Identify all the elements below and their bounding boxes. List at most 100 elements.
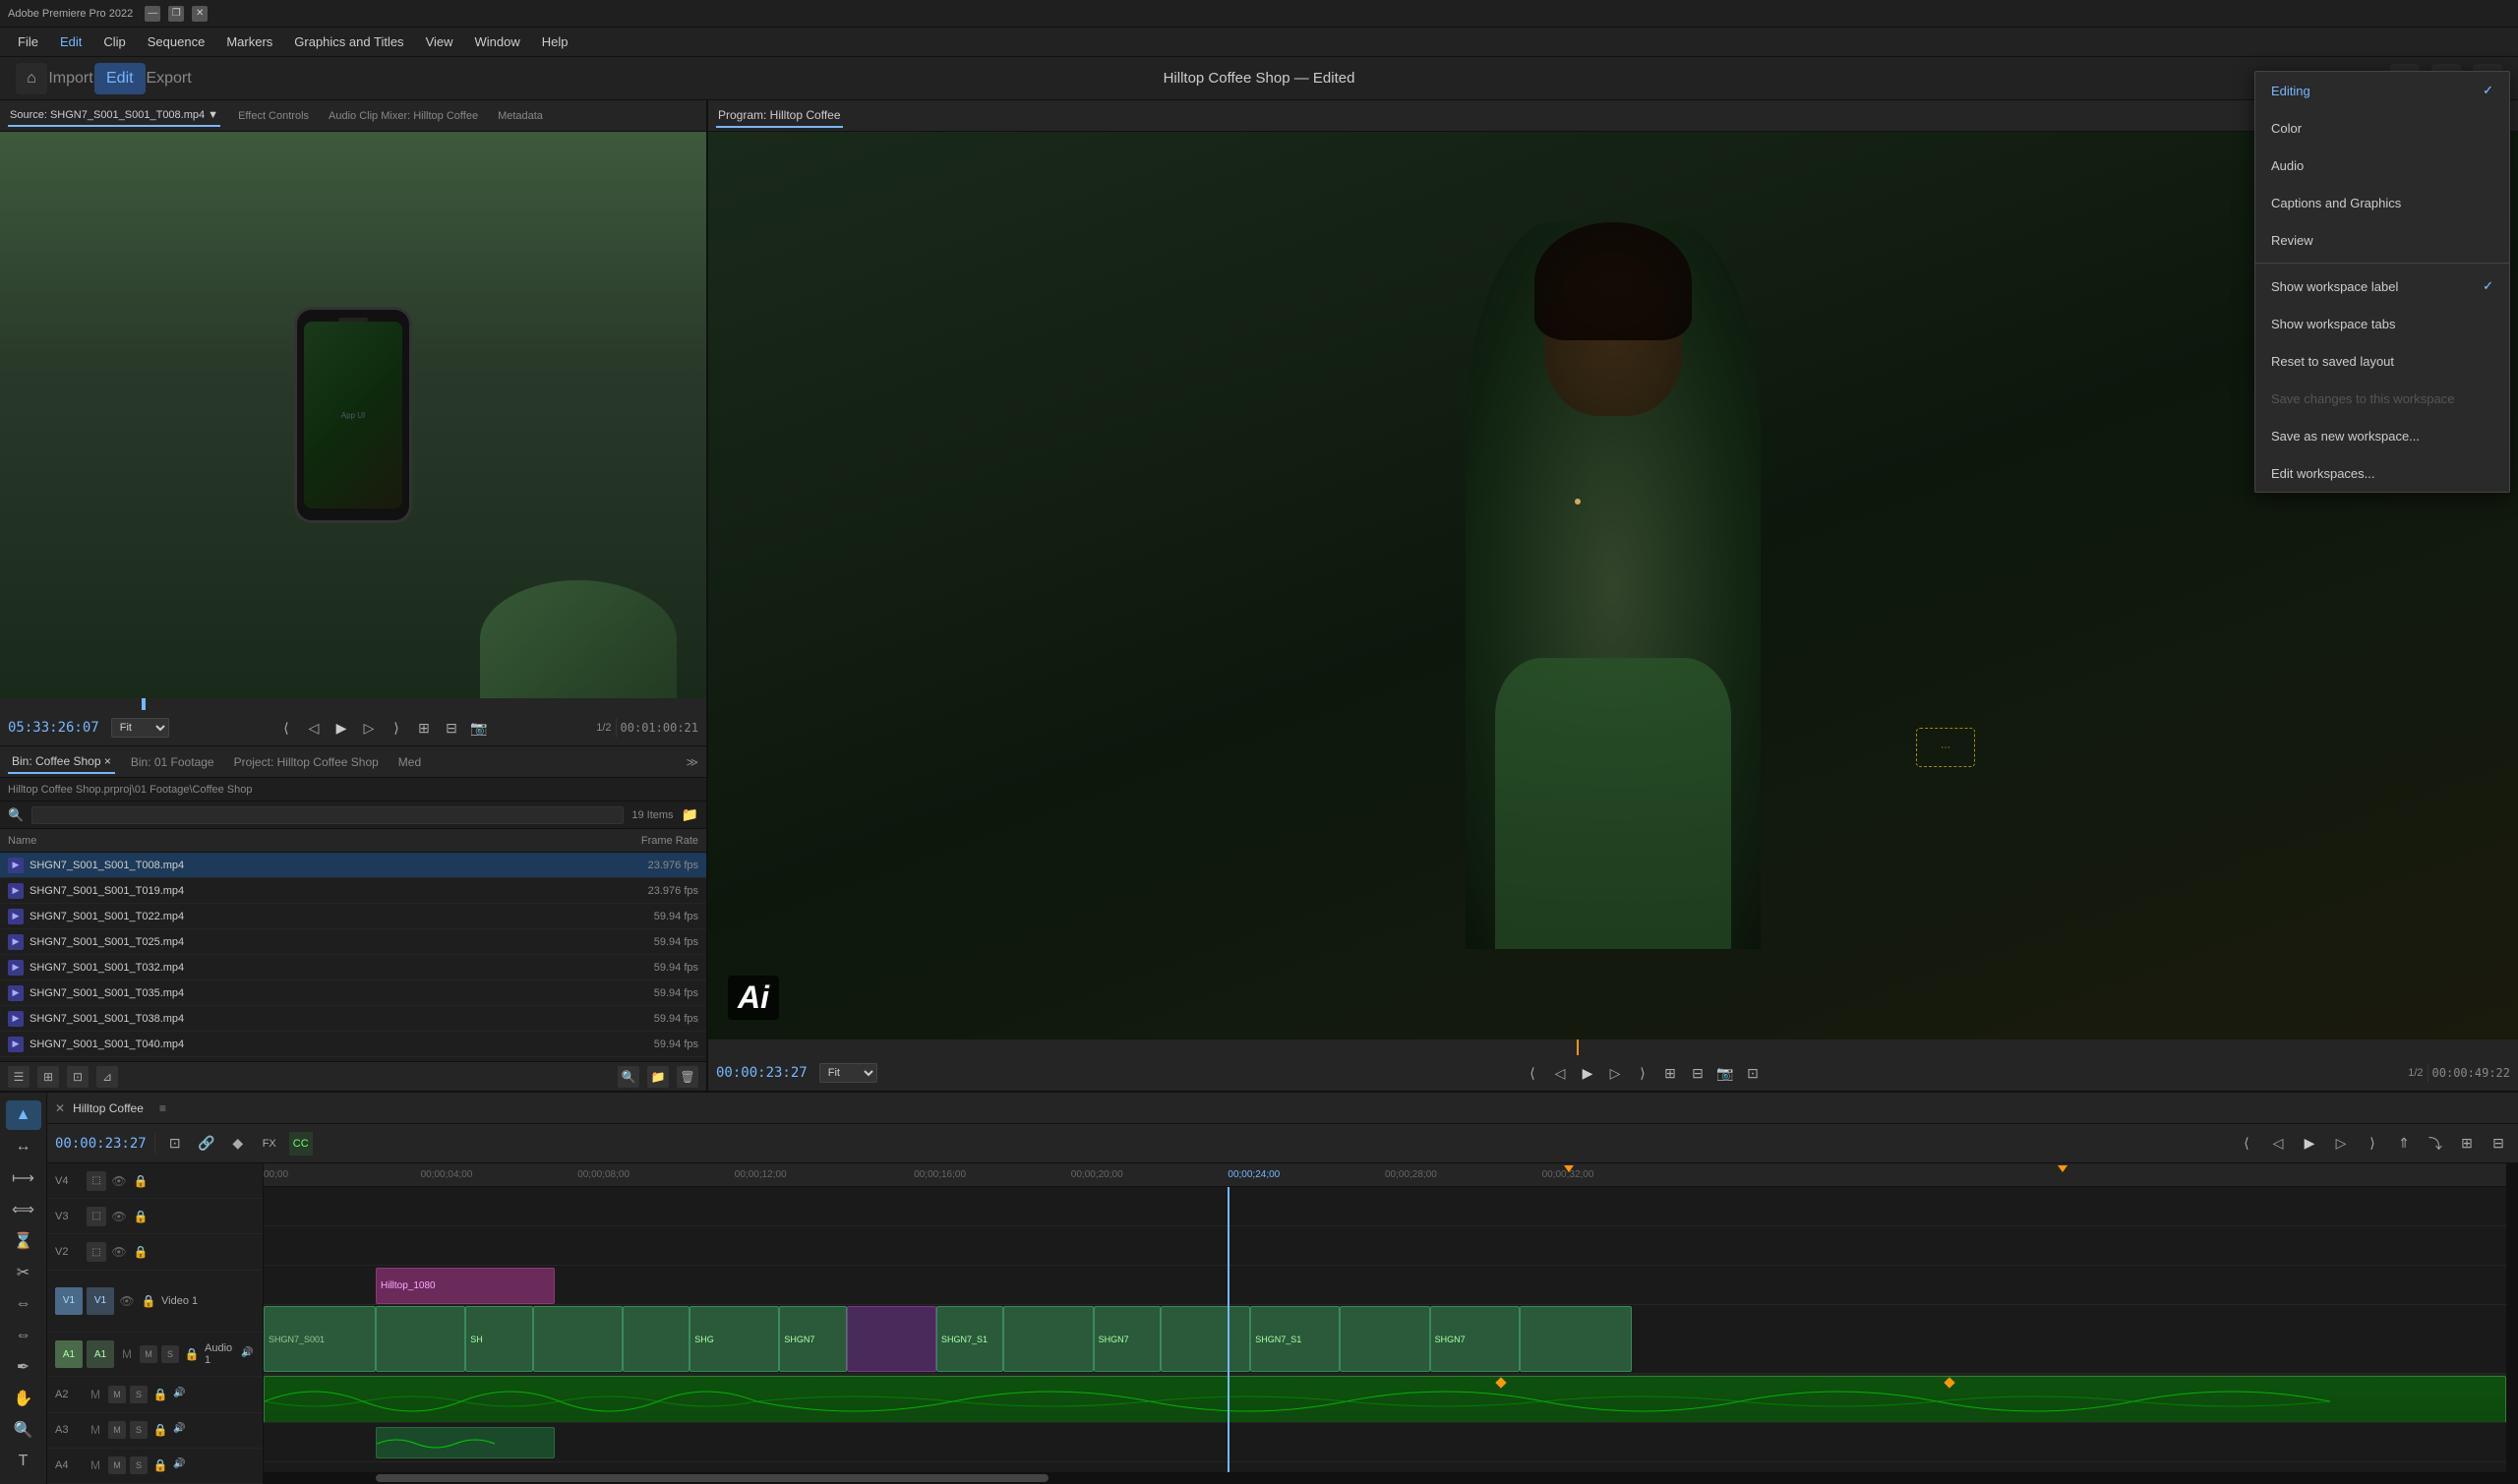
track-volume-a1[interactable]: 🔊 [241, 1347, 255, 1361]
program-overwrite-button[interactable]: ⊟ [1686, 1061, 1709, 1085]
workspace-menu-reset[interactable]: Reset to saved layout [2255, 342, 2509, 380]
track-volume-a2[interactable]: 🔊 [173, 1388, 187, 1401]
timeline-sequence-menu[interactable]: ≡ [159, 1101, 166, 1115]
restore-button[interactable]: ❐ [168, 6, 184, 22]
workspace-menu-editing[interactable]: Editing ✓ [2255, 72, 2509, 109]
track-m-a2[interactable]: M [108, 1386, 126, 1403]
track-source-a1[interactable]: A1 [87, 1340, 114, 1368]
bin-freeform-view-button[interactable]: ⊡ [67, 1066, 89, 1088]
bin-tab-01-footage[interactable]: Bin: 01 Footage [127, 751, 218, 773]
minimize-button[interactable]: — [145, 6, 160, 22]
tl-go-to-in-button[interactable]: ⟨ [2235, 1132, 2258, 1156]
track-s-a1[interactable]: S [161, 1345, 179, 1363]
track-sync-toggle-v4[interactable]: ⬚ [87, 1171, 106, 1191]
track-target-a1[interactable]: A1 [55, 1340, 83, 1368]
track-m-a1[interactable]: M [140, 1345, 157, 1363]
playhead[interactable] [1228, 1187, 1229, 1472]
source-tab-metadata[interactable]: Metadata [496, 106, 545, 126]
track-lock-a2[interactable]: 🔒 [151, 1386, 169, 1403]
track-sync-toggle-v2[interactable]: ⬚ [87, 1242, 106, 1262]
v1-clip-8[interactable] [847, 1306, 936, 1372]
track-source-v1[interactable]: V1 [87, 1287, 114, 1315]
program-step-forward-button[interactable]: ▷ [1603, 1061, 1627, 1085]
track-s-a4[interactable]: S [130, 1456, 148, 1474]
track-lock-a4[interactable]: 🔒 [151, 1456, 169, 1474]
menu-markers[interactable]: Markers [216, 30, 282, 53]
tl-extract-button[interactable]: ⤵ [2424, 1132, 2447, 1156]
bin-list-view-button[interactable]: ☰ [8, 1066, 30, 1088]
program-set-in-button[interactable]: ⟨ [1521, 1061, 1544, 1085]
track-m-a3[interactable]: M [108, 1421, 126, 1439]
tl-play-button[interactable]: ▶ [2298, 1132, 2321, 1156]
menu-edit[interactable]: Edit [50, 30, 91, 53]
track-volume-a3[interactable]: 🔊 [173, 1423, 187, 1437]
track-mute-a2[interactable]: M [87, 1386, 104, 1403]
track-sync-toggle-v3[interactable]: ⬚ [87, 1207, 106, 1226]
track-mute-a1[interactable]: M [118, 1345, 136, 1363]
track-lock-v4[interactable]: 🔒 [132, 1172, 150, 1190]
menu-file[interactable]: File [8, 30, 48, 53]
bin-tab-project[interactable]: Project: Hilltop Coffee Shop [230, 751, 383, 773]
bin-item[interactable]: ▶ SHGN7_S001_S001_T022.mp4 59.94 fps [0, 904, 706, 929]
track-lock-v2[interactable]: 🔒 [132, 1243, 150, 1261]
bin-item[interactable]: ▶ SHGN7_S001_S001_T035.mp4 59.94 fps [0, 980, 706, 1006]
tl-go-to-out-button[interactable]: ⟩ [2361, 1132, 2384, 1156]
razor-tool-button[interactable]: ✂ [6, 1258, 41, 1287]
track-lock-v3[interactable]: 🔒 [132, 1208, 150, 1225]
slide-tool-button[interactable]: ⇔ [6, 1321, 41, 1350]
zoom-tool-button[interactable]: 🔍 [6, 1415, 41, 1445]
track-visibility-v3[interactable]: 👁 [110, 1208, 128, 1225]
source-tab-audio-mixer[interactable]: Audio Clip Mixer: Hilltop Coffee [327, 106, 480, 126]
home-button[interactable]: ⌂ [16, 63, 47, 94]
workspace-menu-captions[interactable]: Captions and Graphics [2255, 184, 2509, 221]
bin-tab-coffee-shop[interactable]: Bin: Coffee Shop × [8, 750, 115, 774]
workspace-menu-edit-workspaces[interactable]: Edit workspaces... [2255, 454, 2509, 492]
tl-lift-button[interactable]: ⇑ [2392, 1132, 2416, 1156]
text-tool-button[interactable]: T [6, 1447, 41, 1476]
source-set-in-button[interactable]: ⟨ [274, 716, 298, 740]
slip-tool-button[interactable]: ⇔ [6, 1289, 41, 1319]
v2-clip-title[interactable]: Hilltop_1080 [376, 1268, 555, 1304]
program-tab[interactable]: Program: Hilltop Coffee [716, 104, 843, 128]
workspace-menu-color[interactable]: Color [2255, 109, 2509, 147]
track-s-a3[interactable]: S [130, 1421, 148, 1439]
track-volume-a4[interactable]: 🔊 [173, 1458, 187, 1472]
import-button[interactable]: Import [55, 63, 87, 94]
source-camera-button[interactable]: 📷 [467, 716, 491, 740]
close-button[interactable]: ✕ [192, 6, 208, 22]
timeline-scroll-thumb[interactable] [376, 1474, 1049, 1482]
source-insert-button[interactable]: ⊞ [412, 716, 436, 740]
tl-snap-button[interactable]: ⊡ [163, 1132, 187, 1156]
tl-step-forward-button[interactable]: ▷ [2329, 1132, 2353, 1156]
source-step-forward-button[interactable]: ▷ [357, 716, 381, 740]
track-s-a2[interactable]: S [130, 1386, 148, 1403]
v1-clip-12[interactable] [1161, 1306, 1250, 1372]
track-select-tool-button[interactable]: ↔ [6, 1132, 41, 1161]
workspace-menu-review[interactable]: Review [2255, 221, 2509, 259]
ripple-edit-tool-button[interactable]: ⟼ [6, 1163, 41, 1193]
v1-clip-4[interactable] [533, 1306, 623, 1372]
track-visibility-v4[interactable]: 👁 [110, 1172, 128, 1190]
track-target-v1[interactable]: V1 [55, 1287, 83, 1315]
menu-help[interactable]: Help [532, 30, 578, 53]
bin-tab-med[interactable]: Med [394, 751, 425, 773]
tl-add-marker-button[interactable]: ◆ [226, 1132, 250, 1156]
menu-sequence[interactable]: Sequence [138, 30, 215, 53]
track-lock-a3[interactable]: 🔒 [151, 1421, 169, 1439]
workspace-menu-show-label[interactable]: Show workspace label ✓ [2255, 267, 2509, 305]
source-scrub-bar[interactable] [0, 698, 706, 710]
track-lock-v1[interactable]: 🔒 [140, 1292, 157, 1310]
rolling-edit-tool-button[interactable]: ⟺ [6, 1195, 41, 1224]
source-tab-effect-controls[interactable]: Effect Controls [236, 106, 311, 126]
timeline-close-button[interactable]: ✕ [55, 1101, 65, 1115]
program-insert-button[interactable]: ⊞ [1658, 1061, 1682, 1085]
hand-tool-button[interactable]: ✋ [6, 1384, 41, 1413]
menu-window[interactable]: Window [465, 30, 530, 53]
workspace-menu-show-tabs[interactable]: Show workspace tabs [2255, 305, 2509, 342]
source-play-button[interactable]: ▶ [330, 716, 353, 740]
bin-item[interactable]: ▶ SHGN7_S001_S001_T019.mp4 23.976 fps [0, 878, 706, 904]
v1-clip-16[interactable] [1520, 1306, 1632, 1372]
timeline-horizontal-scrollbar[interactable] [264, 1472, 2506, 1484]
track-lock-a1[interactable]: 🔒 [183, 1345, 201, 1363]
bin-search-input[interactable] [31, 806, 624, 824]
